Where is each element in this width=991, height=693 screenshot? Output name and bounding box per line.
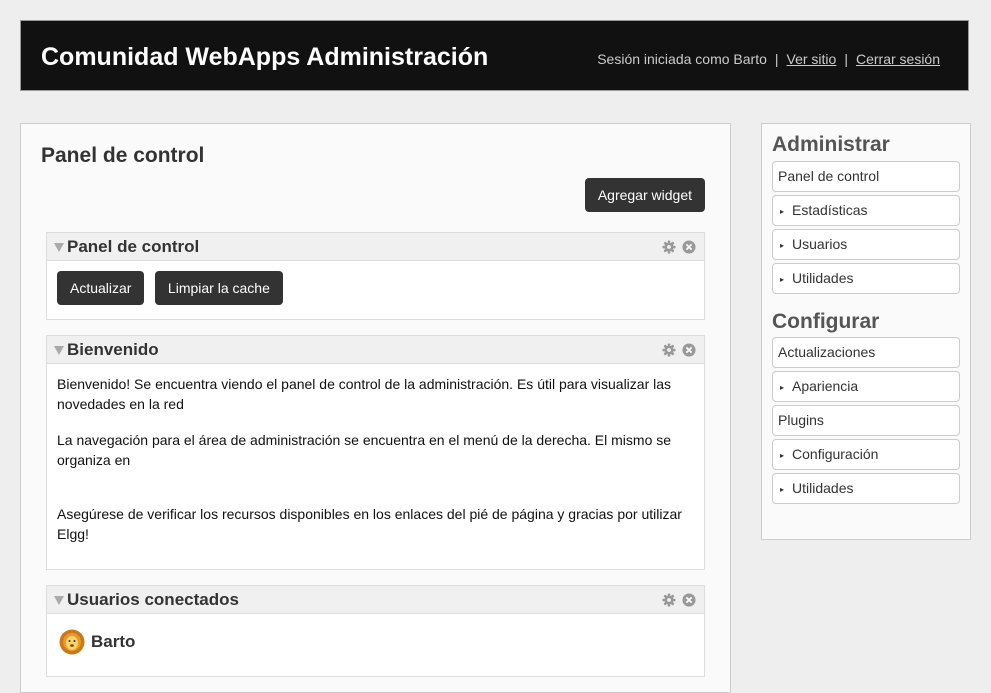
welcome-paragraph-3: Asegúrese de verificar los recursos disp…: [57, 506, 682, 542]
sidebar-item-label: Estadísticas: [792, 202, 868, 218]
sidebar-item-dashboard[interactable]: Panel de control: [772, 161, 960, 192]
admin-sidebar: Administrar Panel de control ▸ Estadístic…: [761, 123, 971, 540]
sidebar-item-statistics[interactable]: ▸ Estadísticas: [772, 195, 960, 226]
gear-icon[interactable]: [662, 593, 676, 607]
lion-avatar-icon[interactable]: [59, 629, 85, 655]
widget-title: Bienvenido: [67, 340, 159, 359]
online-username[interactable]: Barto: [91, 632, 135, 652]
expand-arrow-icon: ▸: [780, 383, 785, 392]
widget-body: Actualizar Limpiar la cache: [47, 261, 704, 315]
refresh-button[interactable]: Actualizar: [57, 271, 145, 305]
sidebar-item-config-utilities[interactable]: ▸ Utilidades: [772, 473, 960, 504]
add-widget-button[interactable]: Agregar widget: [584, 178, 705, 212]
close-icon[interactable]: [682, 593, 696, 607]
sidebar-item-label: Plugins: [778, 412, 824, 428]
sidebar-item-users[interactable]: ▸ Usuarios: [772, 229, 960, 260]
sidebar-item-plugins[interactable]: Plugins: [772, 405, 960, 436]
widget-body: Bienvenido! Se encuentra viendo el panel…: [47, 364, 704, 570]
sidebar-item-utilities[interactable]: ▸ Utilidades: [772, 263, 960, 294]
main-panel: Panel de control Agregar widget Panel de…: [20, 123, 731, 693]
expand-arrow-icon: ▸: [780, 241, 785, 250]
collapse-toggle-icon[interactable]: [54, 243, 64, 252]
sidebar-item-label: Utilidades: [792, 270, 854, 286]
sidebar-item-label: Configuración: [792, 446, 879, 462]
sidebar-item-settings[interactable]: ▸ Configuración: [772, 439, 960, 470]
widget-title: Panel de control: [67, 237, 200, 256]
widget-control-panel: Panel de control Actualizar Limpiar la c…: [46, 232, 705, 320]
widget-title: Usuarios conectados: [67, 590, 239, 609]
sidebar-heading-configure: Configurar: [772, 310, 880, 333]
widget-welcome: Bienvenido Bienvenido! Se encuentra vien…: [46, 335, 705, 570]
close-icon[interactable]: [682, 240, 696, 254]
sidebar-item-label: Panel de control: [778, 168, 880, 184]
sidebar-item-label: Apariencia: [792, 378, 859, 394]
separator: |: [774, 51, 779, 67]
collapse-toggle-icon[interactable]: [54, 346, 64, 355]
sidebar-item-label: Actualizaciones: [778, 344, 876, 360]
expand-arrow-icon: ▸: [780, 485, 785, 494]
collapse-toggle-icon[interactable]: [54, 596, 64, 605]
sidebar-item-upgrades[interactable]: Actualizaciones: [772, 337, 960, 368]
page-title: Panel de control: [41, 144, 205, 167]
expand-arrow-icon: ▸: [780, 207, 785, 216]
close-icon[interactable]: [682, 343, 696, 357]
clear-cache-button[interactable]: Limpiar la cache: [154, 271, 283, 305]
view-site-link[interactable]: Ver sitio: [787, 51, 837, 67]
user-links: Sesión iniciada como Barto | Ver sitio | Cer…: [597, 50, 940, 68]
separator: |: [844, 51, 848, 67]
widget-online-users: Usuarios conectados Barto: [46, 585, 705, 677]
session-text: Sesión iniciada como Barto: [597, 51, 767, 67]
sidebar-item-appearance[interactable]: ▸ Apariencia: [772, 371, 960, 402]
widget-header: Usuarios conectados: [47, 586, 704, 614]
topbar: Comunidad WebApps Administración Sesión …: [20, 20, 969, 91]
expand-arrow-icon: ▸: [780, 275, 785, 284]
sidebar-item-label: Utilidades: [792, 480, 854, 496]
logout-link[interactable]: Cerrar sesión: [856, 51, 940, 67]
sidebar-item-label: Usuarios: [792, 236, 848, 252]
welcome-paragraph-1: Bienvenido! Se encuentra viendo el panel…: [57, 376, 672, 412]
online-user-row: Barto: [47, 614, 704, 670]
widget-header: Panel de control: [47, 233, 704, 261]
gear-icon[interactable]: [662, 343, 676, 357]
gear-icon[interactable]: [662, 240, 676, 254]
expand-arrow-icon: ▸: [780, 451, 785, 460]
site-title[interactable]: Comunidad WebApps Administración: [41, 42, 488, 72]
sidebar-heading-administer: Administrar: [772, 133, 890, 156]
widget-header: Bienvenido: [47, 336, 704, 364]
welcome-paragraph-2: La navegación para el área de administra…: [57, 432, 672, 468]
